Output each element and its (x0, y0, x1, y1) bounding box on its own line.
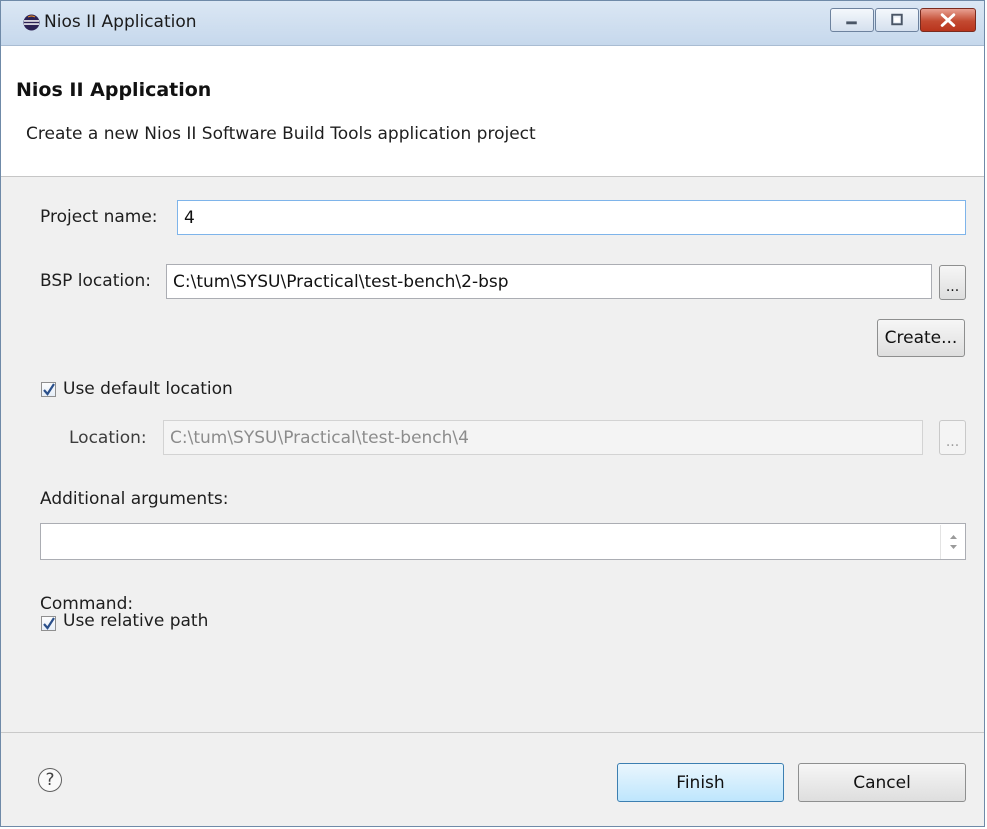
dialog-window: Nios II Application Nios II Application … (0, 0, 985, 827)
wizard-banner: Nios II Application Create a new Nios II… (1, 46, 984, 177)
arguments-spinner[interactable] (940, 525, 966, 559)
minimize-button[interactable] (830, 8, 874, 32)
spinner-arrows-icon (950, 535, 957, 549)
checkmark-icon (43, 617, 55, 630)
help-icon[interactable]: ? (38, 768, 62, 792)
location-label: Location: (69, 428, 147, 448)
footer-separator (1, 732, 984, 733)
window-title: Nios II Application (44, 12, 197, 32)
title-bar[interactable]: Nios II Application (1, 1, 984, 46)
use-default-location-label: Use default location (63, 379, 233, 399)
location-input (163, 420, 923, 455)
bsp-browse-button[interactable]: ... (939, 265, 966, 300)
use-relative-path-checkbox[interactable] (41, 616, 56, 631)
finish-button[interactable]: Finish (617, 763, 784, 802)
create-bsp-button[interactable]: Create... (877, 319, 965, 357)
checkmark-icon (43, 383, 55, 396)
maximize-icon (891, 13, 903, 26)
use-relative-path-label: Use relative path (63, 611, 209, 631)
use-default-location-checkbox[interactable] (41, 382, 56, 397)
location-browse-button: ... (939, 420, 966, 455)
project-name-input[interactable] (177, 200, 966, 235)
page-title: Nios II Application (16, 79, 212, 101)
additional-arguments-label: Additional arguments: (40, 489, 229, 509)
bsp-location-input[interactable] (166, 264, 932, 299)
close-button[interactable] (920, 8, 976, 32)
minimize-icon (846, 21, 857, 25)
bsp-location-label: BSP location: (40, 271, 151, 291)
project-name-label: Project name: (40, 207, 158, 227)
close-icon (940, 13, 956, 27)
page-description: Create a new Nios II Software Build Tool… (26, 124, 536, 144)
eclipse-app-icon (23, 14, 40, 31)
maximize-button[interactable] (875, 8, 919, 32)
additional-arguments-input[interactable] (40, 523, 966, 560)
cancel-button[interactable]: Cancel (798, 763, 966, 802)
